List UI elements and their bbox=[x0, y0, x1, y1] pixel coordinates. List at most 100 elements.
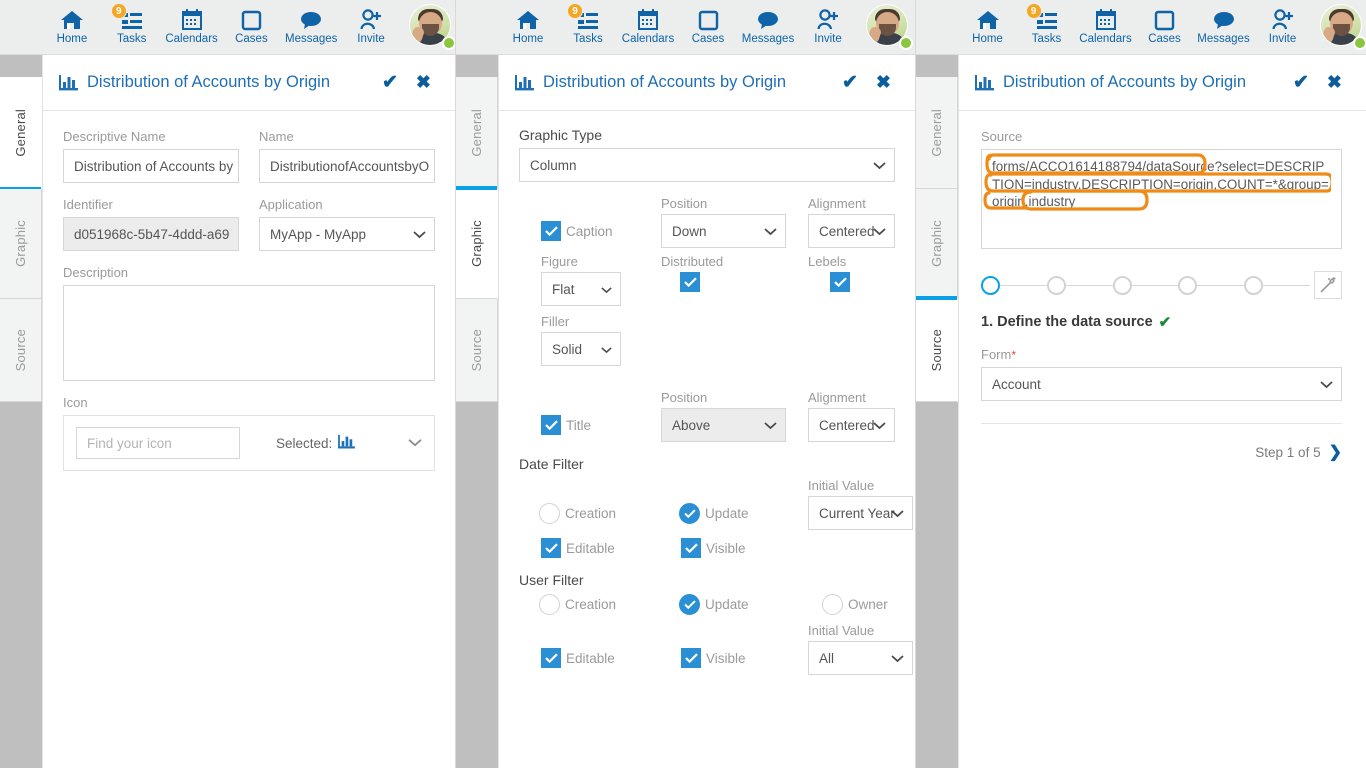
filler-select[interactable]: Solid bbox=[541, 332, 621, 366]
close-button[interactable]: ✖ bbox=[1321, 72, 1348, 93]
filler-value: Solid bbox=[552, 341, 583, 357]
avatar[interactable] bbox=[408, 4, 455, 50]
caption-position-select[interactable]: Down bbox=[661, 214, 786, 248]
nav-item-invite[interactable]: Invite bbox=[1253, 0, 1312, 55]
magic-wand-icon[interactable] bbox=[1313, 271, 1342, 299]
user-update-radio-row[interactable]: Update bbox=[661, 594, 786, 615]
graphic-type-select[interactable]: Column bbox=[519, 148, 895, 182]
date-initial-value-select[interactable]: Current Year bbox=[808, 496, 913, 530]
nav-item-tasks[interactable]: 9 Tasks bbox=[102, 0, 162, 55]
date-update-radio[interactable] bbox=[679, 502, 700, 524]
date-creation-radio[interactable] bbox=[539, 502, 560, 524]
nav-item-calendars[interactable]: Calendars bbox=[618, 0, 678, 55]
date-update-radio-row[interactable]: Update bbox=[661, 502, 786, 524]
nav-item-home[interactable]: Home bbox=[42, 0, 102, 55]
step-nav-next[interactable]: Step 1 of 5 ❯ bbox=[981, 442, 1342, 462]
caption-checkbox-row[interactable]: Caption bbox=[519, 221, 639, 241]
date-editable-checkbox[interactable] bbox=[541, 538, 561, 558]
nav-item-messages[interactable]: Messages bbox=[1194, 0, 1253, 55]
descriptive-name-input[interactable]: Distribution of Accounts by bbox=[63, 149, 239, 183]
nav-item-cases[interactable]: Cases bbox=[678, 0, 738, 55]
nav-item-messages[interactable]: Messages bbox=[738, 0, 798, 55]
nav-item-home[interactable]: Home bbox=[498, 0, 558, 55]
icon-picker-chevron-down-icon[interactable] bbox=[408, 434, 422, 452]
date-visible-checkbox[interactable] bbox=[681, 538, 701, 558]
tab-source[interactable]: Source bbox=[456, 299, 498, 402]
wizard-step-1[interactable] bbox=[981, 275, 1000, 295]
source-textarea[interactable]: forms/ACCO1614188794/dataSource?select=D… bbox=[981, 149, 1342, 249]
nav-item-calendars[interactable]: Calendars bbox=[162, 0, 222, 55]
tab-general[interactable]: General bbox=[916, 77, 958, 189]
home-icon bbox=[516, 8, 540, 32]
tab-graphic[interactable]: Graphic bbox=[916, 189, 958, 299]
user-visible-checkbox[interactable] bbox=[681, 648, 701, 668]
lebels-checkbox[interactable] bbox=[830, 272, 850, 292]
user-editable-checkbox[interactable] bbox=[541, 648, 561, 668]
calendar-icon bbox=[180, 8, 204, 32]
title-alignment-select[interactable]: Centered bbox=[808, 408, 895, 442]
nav-item-invite[interactable]: Invite bbox=[798, 0, 858, 55]
nav-item-invite[interactable]: Invite bbox=[341, 0, 401, 55]
name-input[interactable]: DistributionofAccountsbyO bbox=[259, 149, 435, 183]
step-nav-label: Step 1 of 5 bbox=[1255, 444, 1321, 460]
confirm-button[interactable]: ✔ bbox=[376, 71, 404, 94]
nav-item-cases[interactable]: Cases bbox=[1135, 0, 1194, 55]
caption-alignment-select[interactable]: Centered bbox=[808, 214, 895, 248]
wizard-step-2[interactable] bbox=[1046, 275, 1066, 295]
user-creation-radio-row[interactable]: Creation bbox=[519, 594, 639, 615]
tab-source[interactable]: Source bbox=[916, 296, 958, 402]
caption-checkbox[interactable] bbox=[541, 221, 561, 241]
general-card: Distribution of Accounts by Origin ✔ ✖ D… bbox=[42, 55, 455, 768]
confirm-button[interactable]: ✔ bbox=[836, 71, 864, 94]
user-editable-row[interactable]: Editable bbox=[519, 648, 639, 668]
icon-search-input[interactable]: Find your icon bbox=[76, 427, 240, 459]
tab-source-label: Source bbox=[469, 328, 484, 372]
nav-item-tasks[interactable]: 9 Tasks bbox=[558, 0, 618, 55]
date-creation-label: Creation bbox=[565, 505, 617, 521]
nav-item-messages[interactable]: Messages bbox=[281, 0, 341, 55]
application-label: Application bbox=[259, 197, 323, 212]
tab-general[interactable]: General bbox=[456, 77, 498, 189]
nav-item-tasks[interactable]: 9 Tasks bbox=[1017, 0, 1076, 55]
tab-graphic[interactable]: Graphic bbox=[456, 186, 498, 299]
user-visible-row[interactable]: Visible bbox=[661, 648, 786, 668]
user-creation-radio[interactable] bbox=[539, 594, 560, 615]
nav-item-calendars[interactable]: Calendars bbox=[1076, 0, 1135, 55]
application-select[interactable]: MyApp - MyApp bbox=[259, 217, 435, 251]
wizard-step-3[interactable] bbox=[1112, 275, 1132, 295]
nav-item-cases[interactable]: Cases bbox=[221, 0, 281, 55]
tab-source[interactable]: Source bbox=[0, 299, 42, 402]
close-button[interactable]: ✖ bbox=[410, 72, 437, 93]
title-checkbox[interactable] bbox=[541, 415, 561, 435]
chevron-down-icon bbox=[873, 158, 886, 173]
date-creation-radio-row[interactable]: Creation bbox=[519, 502, 639, 524]
avatar[interactable] bbox=[1320, 4, 1366, 50]
title-alignment-value: Centered bbox=[819, 417, 875, 433]
step-complete-check-icon: ✔ bbox=[1158, 314, 1172, 331]
avatar[interactable] bbox=[866, 4, 913, 50]
tab-general[interactable]: General bbox=[0, 77, 42, 191]
user-owner-radio-row[interactable]: Owner bbox=[808, 594, 895, 615]
user-owner-radio[interactable] bbox=[822, 594, 843, 615]
form-select[interactable]: Account bbox=[981, 367, 1342, 401]
distributed-checkbox[interactable] bbox=[680, 272, 700, 292]
date-visible-row[interactable]: Visible bbox=[661, 538, 786, 558]
identifier-label: Identifier bbox=[63, 197, 113, 212]
description-textarea[interactable] bbox=[63, 285, 435, 381]
wizard-step-4[interactable] bbox=[1178, 275, 1198, 295]
nav-item-home[interactable]: Home bbox=[958, 0, 1017, 55]
wizard-step-5[interactable] bbox=[1244, 275, 1264, 295]
title-position-select[interactable]: Above bbox=[661, 408, 786, 442]
status-online-dot bbox=[441, 36, 455, 50]
close-button[interactable]: ✖ bbox=[870, 72, 897, 93]
confirm-button[interactable]: ✔ bbox=[1287, 71, 1315, 94]
divider bbox=[981, 423, 1342, 424]
date-editable-row[interactable]: Editable bbox=[519, 538, 639, 558]
user-update-radio[interactable] bbox=[679, 594, 700, 615]
user-initial-value-select[interactable]: All bbox=[808, 641, 913, 675]
title-checkbox-row[interactable]: Title bbox=[519, 415, 639, 435]
vertical-tabstrip-general: General Graphic Source bbox=[0, 55, 42, 768]
tab-general-label: General bbox=[929, 108, 944, 157]
figure-select[interactable]: Flat bbox=[541, 272, 621, 306]
tab-graphic[interactable]: Graphic bbox=[0, 189, 42, 299]
